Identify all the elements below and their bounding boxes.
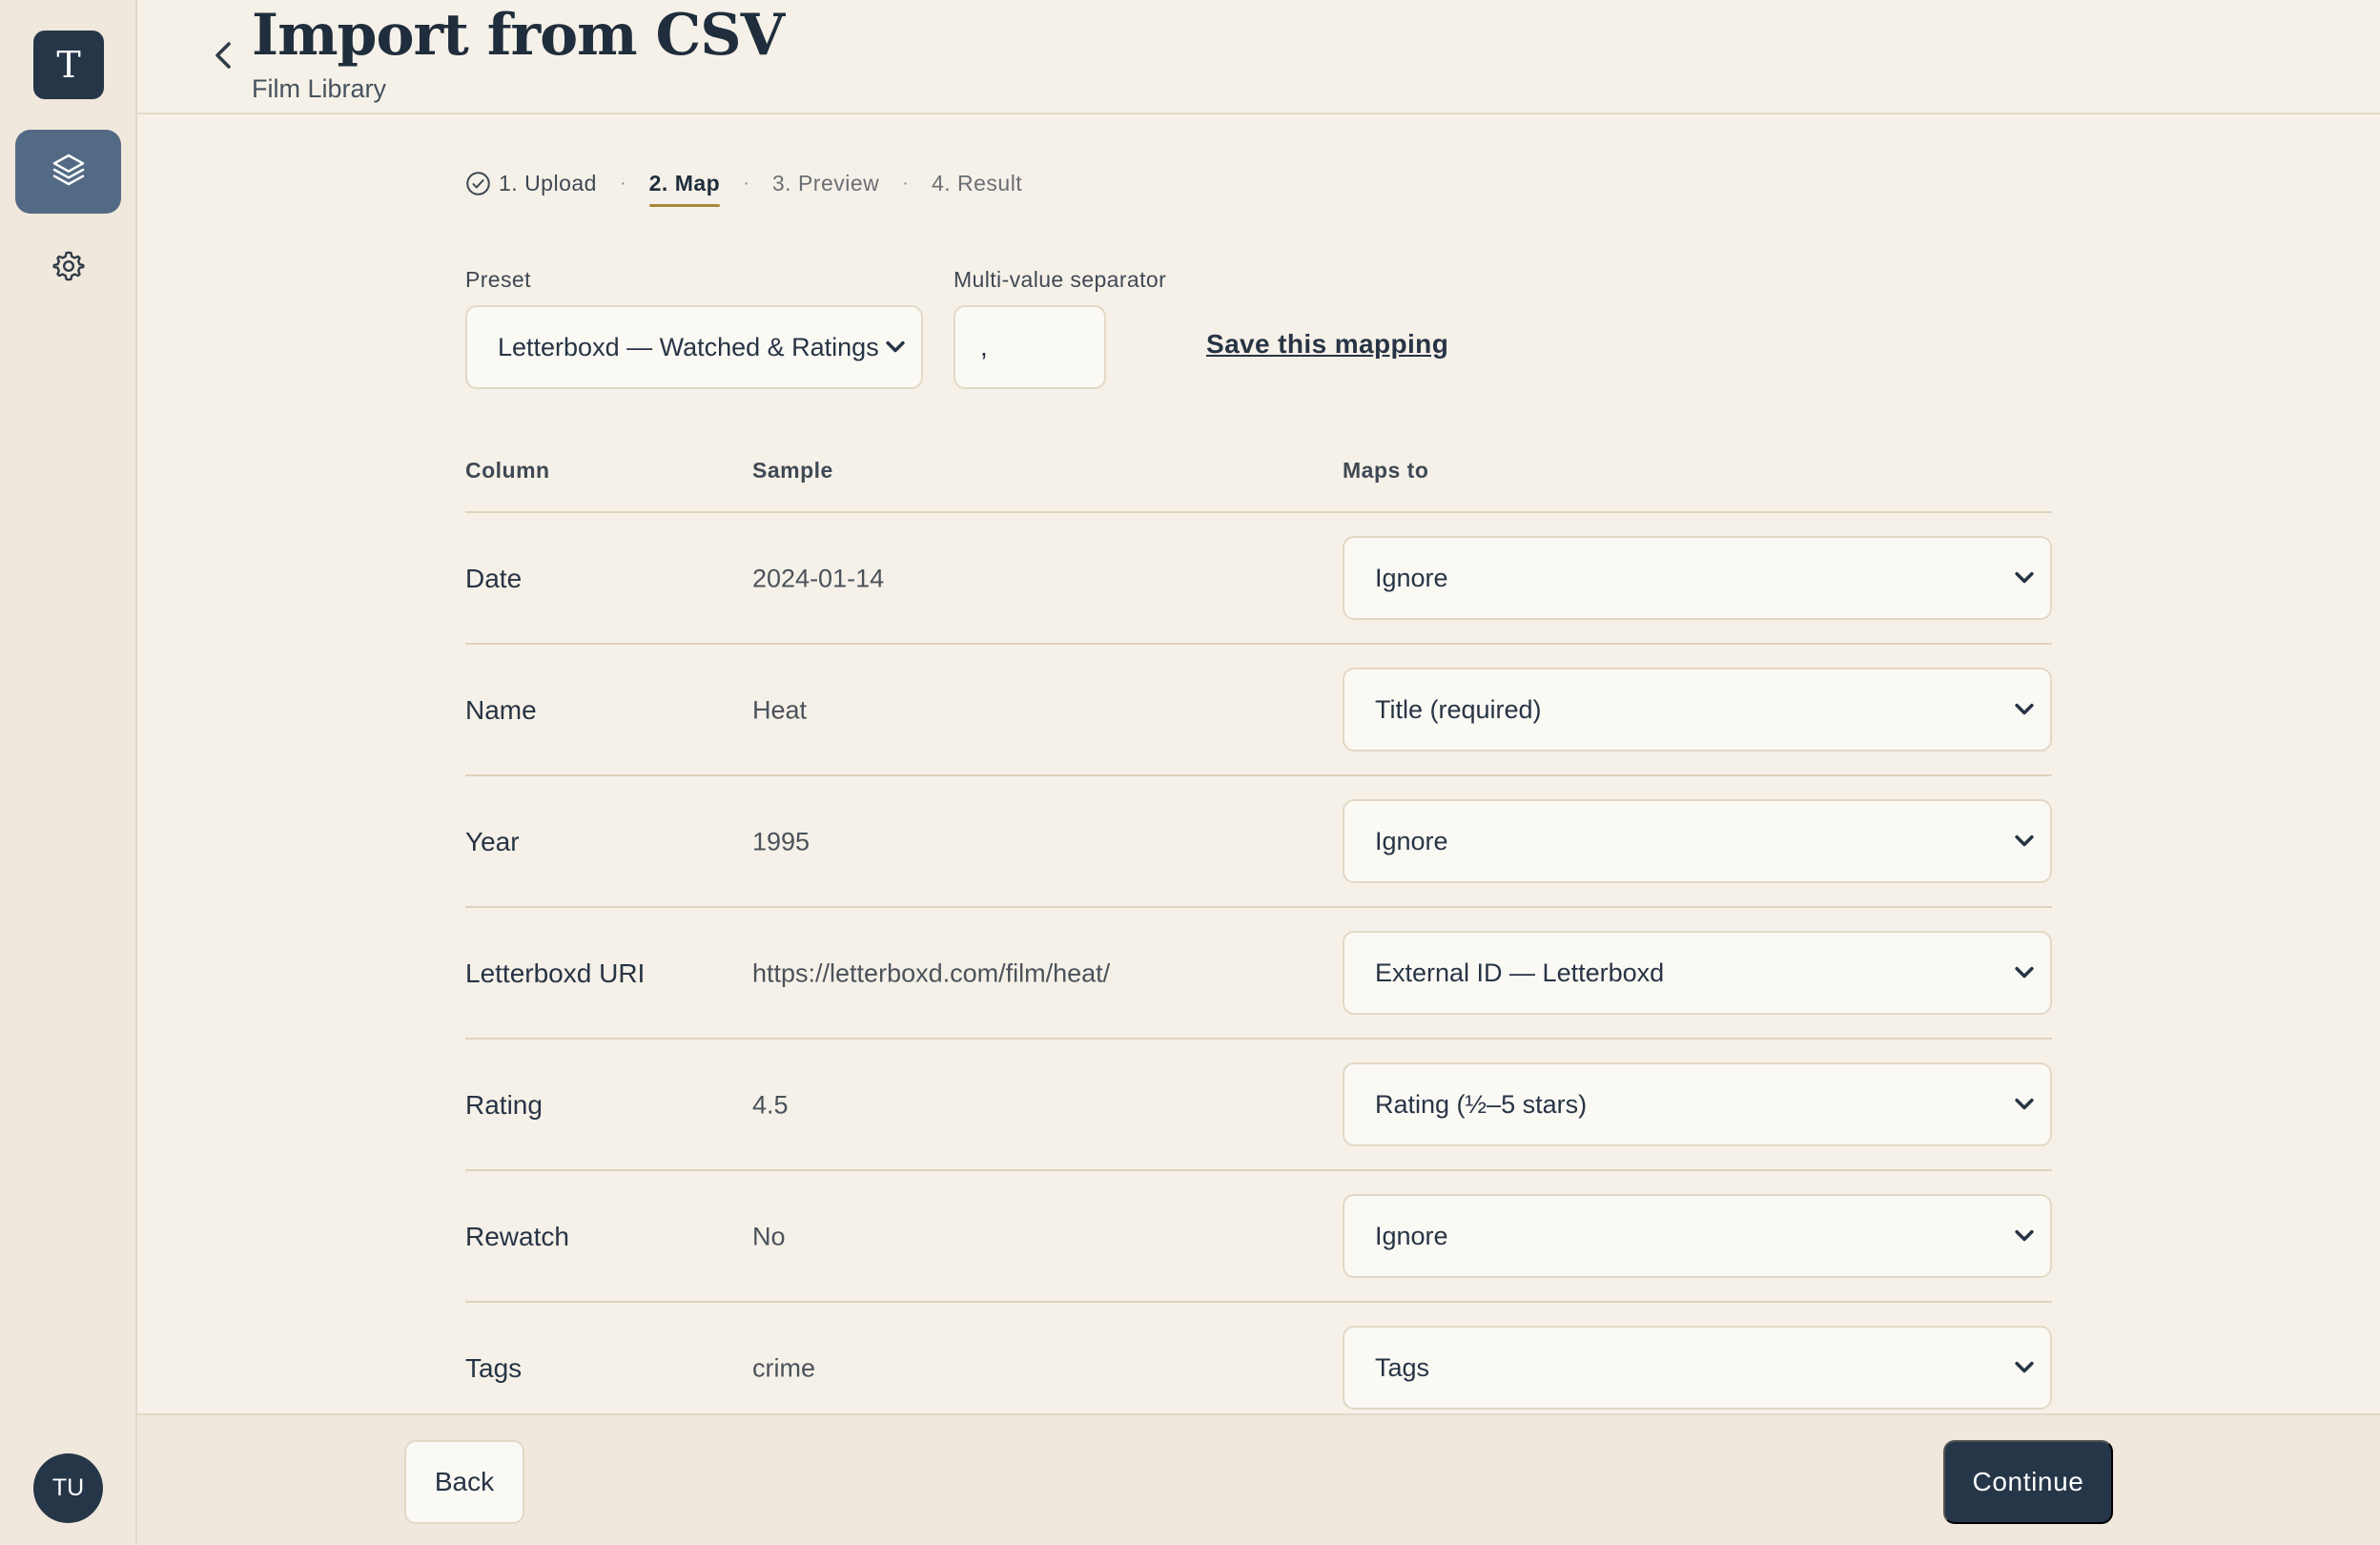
chevron-down-icon — [2014, 1361, 2035, 1374]
step-label: 2. Map — [648, 170, 721, 196]
step-separator: · — [619, 172, 626, 194]
import-stepper: 1. Upload · 2. Map · 3. Preview · 4. Res… — [465, 164, 1022, 207]
step-separator: · — [743, 172, 749, 194]
maps-to-value: Title (required) — [1375, 694, 1542, 724]
check-circle-icon — [465, 171, 491, 196]
table-row: Rating 4.5 Rating (½–5 stars) — [465, 1040, 2052, 1171]
maps-to-value: Ignore — [1375, 563, 1448, 592]
page-title: Import from CSV — [252, 2, 785, 69]
row-column-name: Letterboxd URI — [465, 958, 646, 988]
maps-to-value: Ignore — [1375, 826, 1448, 855]
chevron-down-icon — [885, 340, 906, 354]
chevron-down-icon — [2014, 1229, 2035, 1243]
chevron-down-icon — [2014, 571, 2035, 585]
step-preview[interactable]: 3. Preview — [772, 171, 879, 196]
sidebar-item-settings[interactable] — [43, 242, 94, 294]
chevron-down-icon — [2014, 703, 2035, 716]
maps-to-select[interactable]: Ignore — [1343, 536, 2052, 620]
chevron-left-icon — [212, 40, 235, 75]
maps-to-header: Maps to — [1343, 458, 1429, 483]
maps-to-select[interactable]: External ID — Letterboxd — [1343, 931, 2052, 1015]
chevron-down-icon — [2014, 966, 2035, 979]
maps-to-select[interactable]: Tags — [1343, 1326, 2052, 1410]
step-result[interactable]: 4. Result — [932, 171, 1022, 196]
sidebar: T TU — [0, 0, 137, 1545]
sidebar-item-library[interactable] — [15, 130, 121, 214]
row-column-name: Date — [465, 564, 523, 593]
app-root: T TU Import from CSV Film Library 1. Upl… — [0, 0, 2380, 1545]
back-step-button[interactable]: Back — [404, 1440, 524, 1524]
chevron-down-icon — [2014, 834, 2035, 848]
row-sample-value: 2024-01-14 — [752, 564, 885, 593]
page-header: Import from CSV Film Library — [137, 0, 2380, 114]
table-row: Year 1995 Ignore — [465, 776, 2052, 908]
row-sample-value: 4.5 — [752, 1090, 789, 1120]
page-subtitle: Film Library — [252, 74, 387, 103]
maps-to-select[interactable]: Rating (½–5 stars) — [1343, 1062, 2052, 1146]
row-sample-value: No — [752, 1222, 786, 1251]
step-label: 3. Preview — [771, 170, 880, 196]
step-label: 1. Upload — [499, 170, 597, 196]
gear-icon — [51, 249, 86, 288]
table-row: Date 2024-01-14 Ignore — [465, 513, 2052, 645]
user-avatar[interactable]: TU — [33, 1453, 103, 1523]
continue-button[interactable]: Continue — [1943, 1440, 2113, 1524]
separator-value: , — [980, 332, 988, 361]
maps-to-value: Ignore — [1375, 1221, 1448, 1250]
step-label: 4. Result — [931, 170, 1023, 196]
separator-label: Multi-value separator — [954, 267, 1167, 292]
maps-to-select[interactable]: Ignore — [1343, 1194, 2052, 1278]
maps-to-select[interactable]: Ignore — [1343, 799, 2052, 883]
row-sample-value: crime — [752, 1353, 815, 1383]
app-logo[interactable]: T — [33, 31, 104, 99]
row-column-name: Year — [465, 827, 520, 856]
action-footer: Back Continue — [137, 1413, 2380, 1545]
back-button[interactable] — [204, 36, 242, 78]
sample-header: Sample — [752, 458, 833, 483]
row-column-name: Rating — [465, 1090, 543, 1120]
maps-to-value: Tags — [1375, 1352, 1430, 1382]
column-header: Column — [465, 458, 550, 483]
table-row: Letterboxd URI https://letterboxd.com/fi… — [465, 908, 2052, 1040]
row-sample-value: https://letterboxd.com/film/heat/ — [752, 958, 1111, 988]
table-row: Name Heat Title (required) — [465, 645, 2052, 776]
maps-to-value: Rating (½–5 stars) — [1375, 1089, 1588, 1119]
row-column-name: Tags — [465, 1353, 523, 1383]
separator-input[interactable]: , — [954, 305, 1106, 389]
chevron-down-icon — [2014, 1098, 2035, 1111]
row-column-name: Name — [465, 695, 537, 725]
table-row: Rewatch No Ignore — [465, 1171, 2052, 1303]
row-sample-value: Heat — [752, 695, 808, 725]
layers-icon — [50, 151, 88, 194]
maps-to-select[interactable]: Title (required) — [1343, 668, 2052, 752]
row-column-name: Rewatch — [465, 1222, 569, 1251]
step-upload[interactable]: 1. Upload — [465, 171, 597, 196]
preset-label: Preset — [465, 267, 531, 292]
maps-to-value: External ID — Letterboxd — [1375, 958, 1665, 987]
row-sample-value: 1995 — [752, 827, 810, 856]
step-separator: · — [902, 172, 909, 194]
preset-value: Letterboxd — Watched & Ratings — [498, 332, 879, 361]
step-map[interactable]: 2. Map — [648, 170, 721, 207]
save-mapping-link[interactable]: Save this mapping — [1206, 329, 1448, 360]
preset-select[interactable]: Letterboxd — Watched & Ratings — [465, 305, 923, 389]
